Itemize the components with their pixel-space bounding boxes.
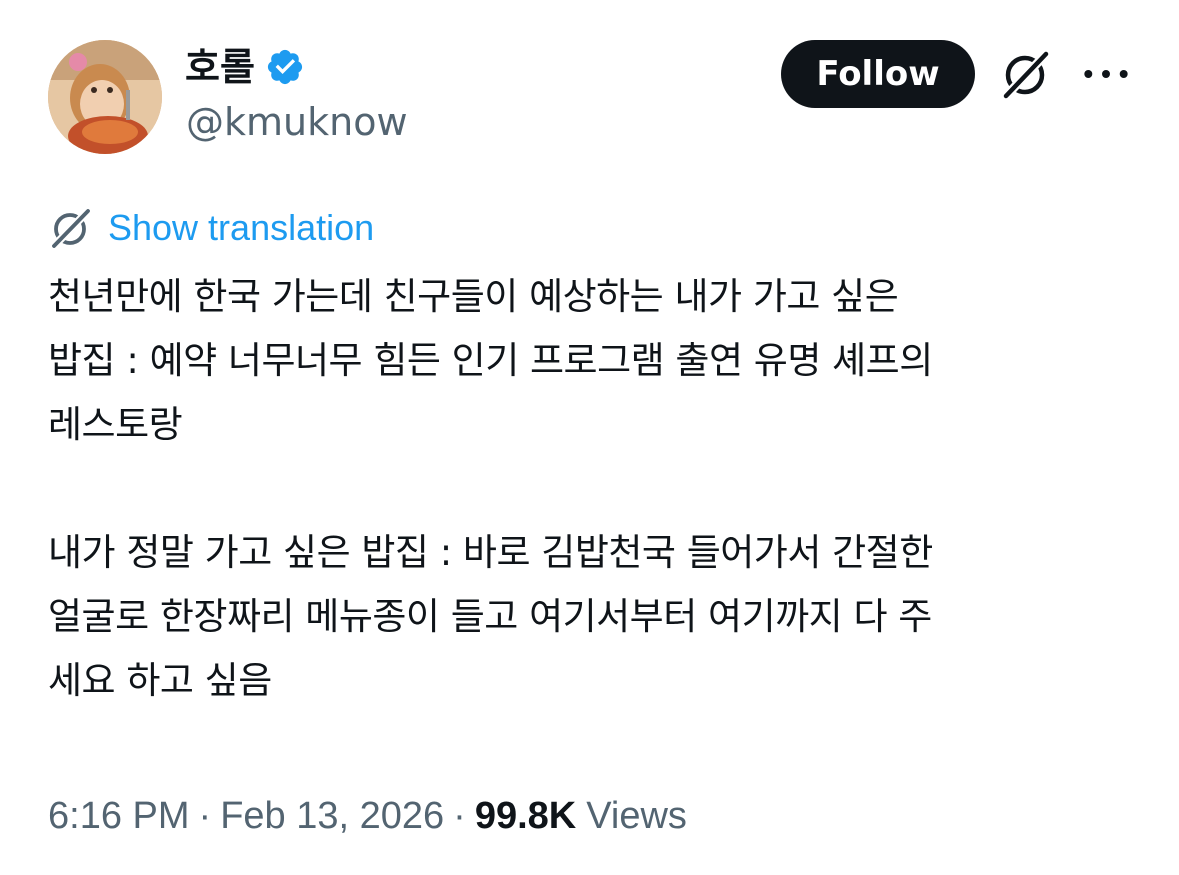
author-handle[interactable]: @kmuknow [186,100,408,146]
more-options-button[interactable] [1080,56,1132,92]
display-name[interactable]: 호롤 [185,48,255,86]
avatar[interactable] [48,40,162,154]
grok-icon [1002,50,1050,100]
tweet-paragraph: 천년만에 한국 가는데 친구들이 예상하는 내가 가고 싶은 밥집 : 예약 너… [48,275,933,446]
views-label[interactable]: Views [586,795,687,838]
tweet-time[interactable]: 6:16 PM [48,795,190,838]
verified-badge-icon [267,49,303,85]
show-translation-link[interactable]: Show translation [108,207,374,249]
grok-button[interactable] [998,46,1054,102]
more-dots-icon [1084,70,1128,78]
tweet-text: 천년만에 한국 가는데 친구들이 예상하는 내가 가고 싶은 밥집 : 예약 너… [48,265,1138,713]
avatar-image [48,40,162,154]
show-translation-row[interactable]: Show translation [48,205,374,251]
tweet-date[interactable]: Feb 13, 2026 [220,795,444,838]
views-count[interactable]: 99.8K [475,795,576,838]
tweet-meta: 6:16 PM · Feb 13, 2026 · 99.8K Views [48,795,687,838]
meta-separator: · [198,795,212,837]
grok-icon [51,208,91,249]
follow-button[interactable]: Follow [781,40,975,108]
author-name-row: 호롤 [185,42,305,92]
tweet-paragraph: 내가 정말 가고 싶은 밥집 : 바로 김밥천국 들어가서 간절한 얼굴로 한장… [48,531,933,702]
meta-separator: · [453,795,466,837]
